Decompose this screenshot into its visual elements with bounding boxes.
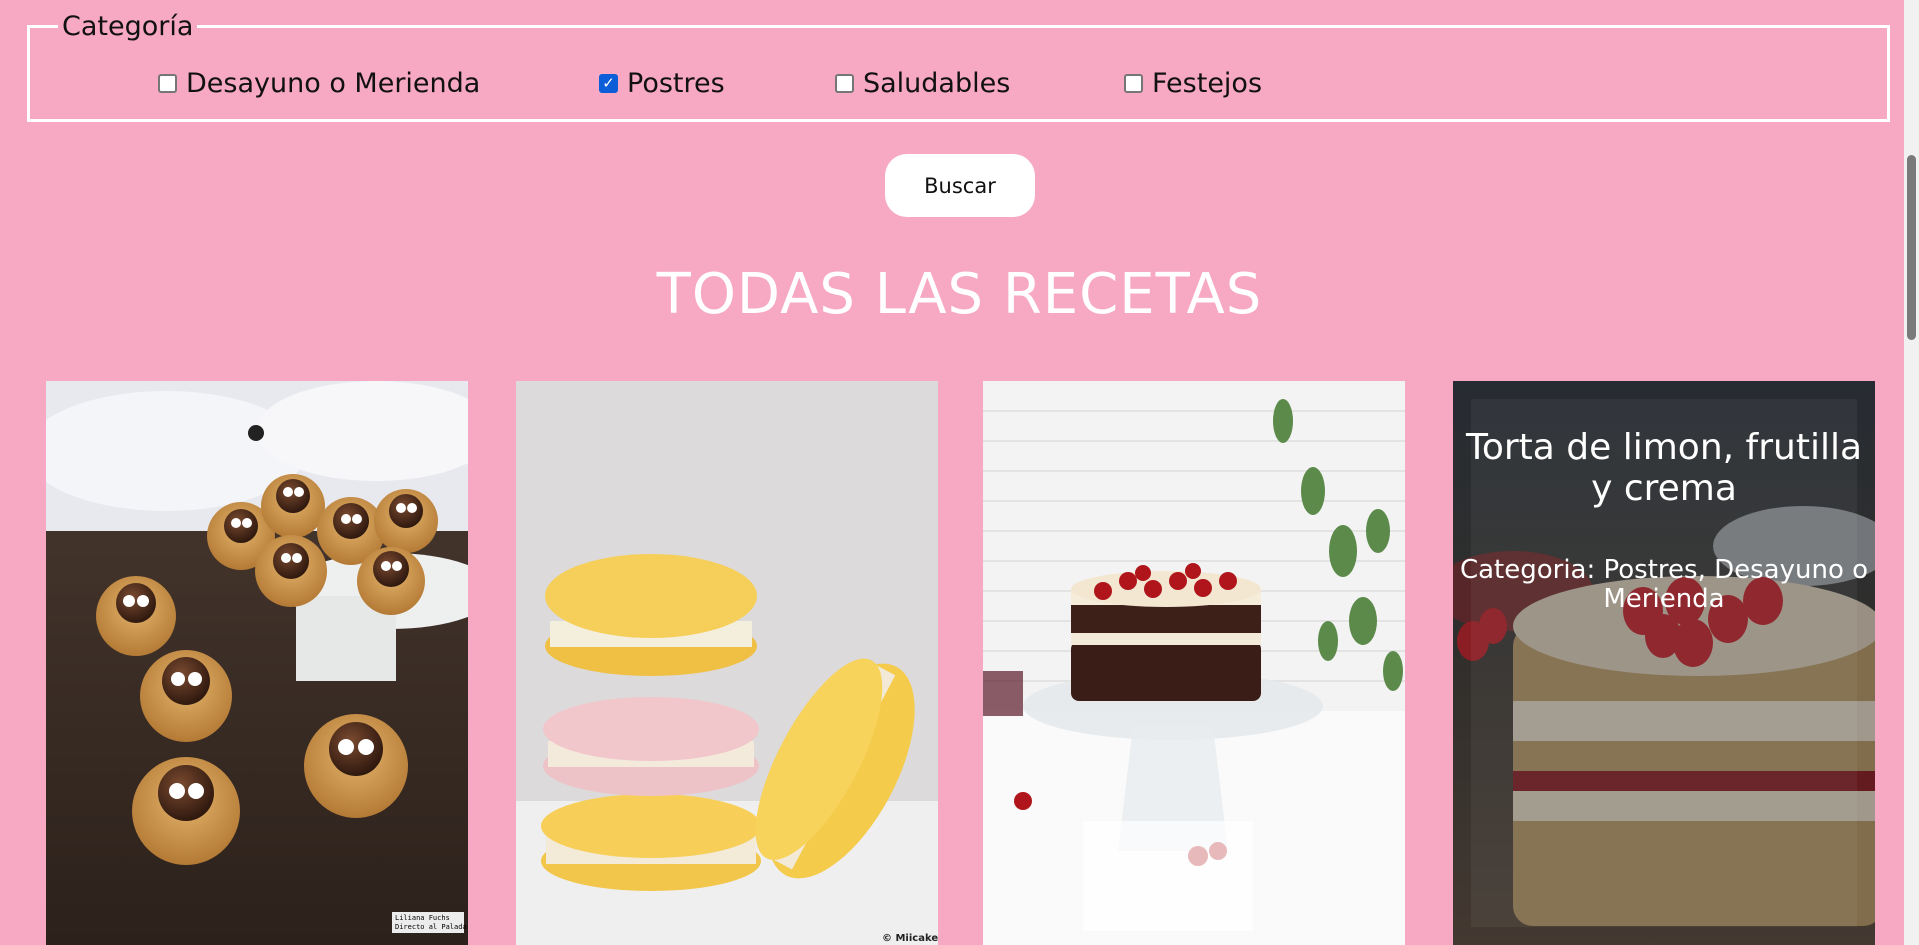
recipe-card-2[interactable]: © Miicakes [516, 381, 938, 945]
photo-credit-line-2: Directo al Paladar [395, 923, 468, 931]
recipe-card-3[interactable] [983, 381, 1405, 945]
filter-option-saludables[interactable]: Saludables [835, 68, 1010, 99]
recipe-card-4[interactable]: Torta de limon, frutilla y crema Categor… [1453, 381, 1875, 945]
recipe-category: Categoria: Postres, Desayuno o Merienda [1459, 555, 1869, 614]
spider-cookies-photo: Liliana Fuchs Directo al Paladar [46, 381, 468, 945]
recipe-title: Torta de limon, frutilla y crema [1465, 427, 1863, 509]
page-scrollbar[interactable] [1904, 0, 1919, 945]
filter-option-postres[interactable]: ✓ Postres [599, 68, 725, 99]
search-button[interactable]: Buscar [885, 154, 1035, 217]
checkbox-festejos[interactable] [1124, 74, 1143, 93]
checkbox-desayuno[interactable] [158, 74, 177, 93]
photo-credit-line-1: Liliana Fuchs [395, 914, 450, 922]
filter-option-desayuno[interactable]: Desayuno o Merienda [158, 68, 480, 99]
category-filter: Categoría Desayuno o Merienda ✓ Postres … [27, 12, 1890, 122]
filter-option-festejos[interactable]: Festejos [1124, 68, 1262, 99]
photo-credit: © Miicakes [882, 933, 938, 944]
scrollbar-thumb[interactable] [1907, 155, 1916, 340]
filter-label-postres: Postres [627, 68, 725, 99]
page-title: TODAS LAS RECETAS [656, 262, 1263, 327]
recipe-card-1[interactable]: Liliana Fuchs Directo al Paladar [46, 381, 468, 945]
checkbox-saludables[interactable] [835, 74, 854, 93]
filter-legend: Categoría [58, 12, 198, 42]
checkbox-postres[interactable]: ✓ [599, 74, 618, 93]
macarons-photo: © Miicakes [516, 381, 938, 945]
black-forest-cake-photo [983, 381, 1405, 945]
filter-label-desayuno: Desayuno o Merienda [186, 68, 481, 99]
filter-label-saludables: Saludables [863, 68, 1011, 99]
filter-label-festejos: Festejos [1152, 68, 1263, 99]
